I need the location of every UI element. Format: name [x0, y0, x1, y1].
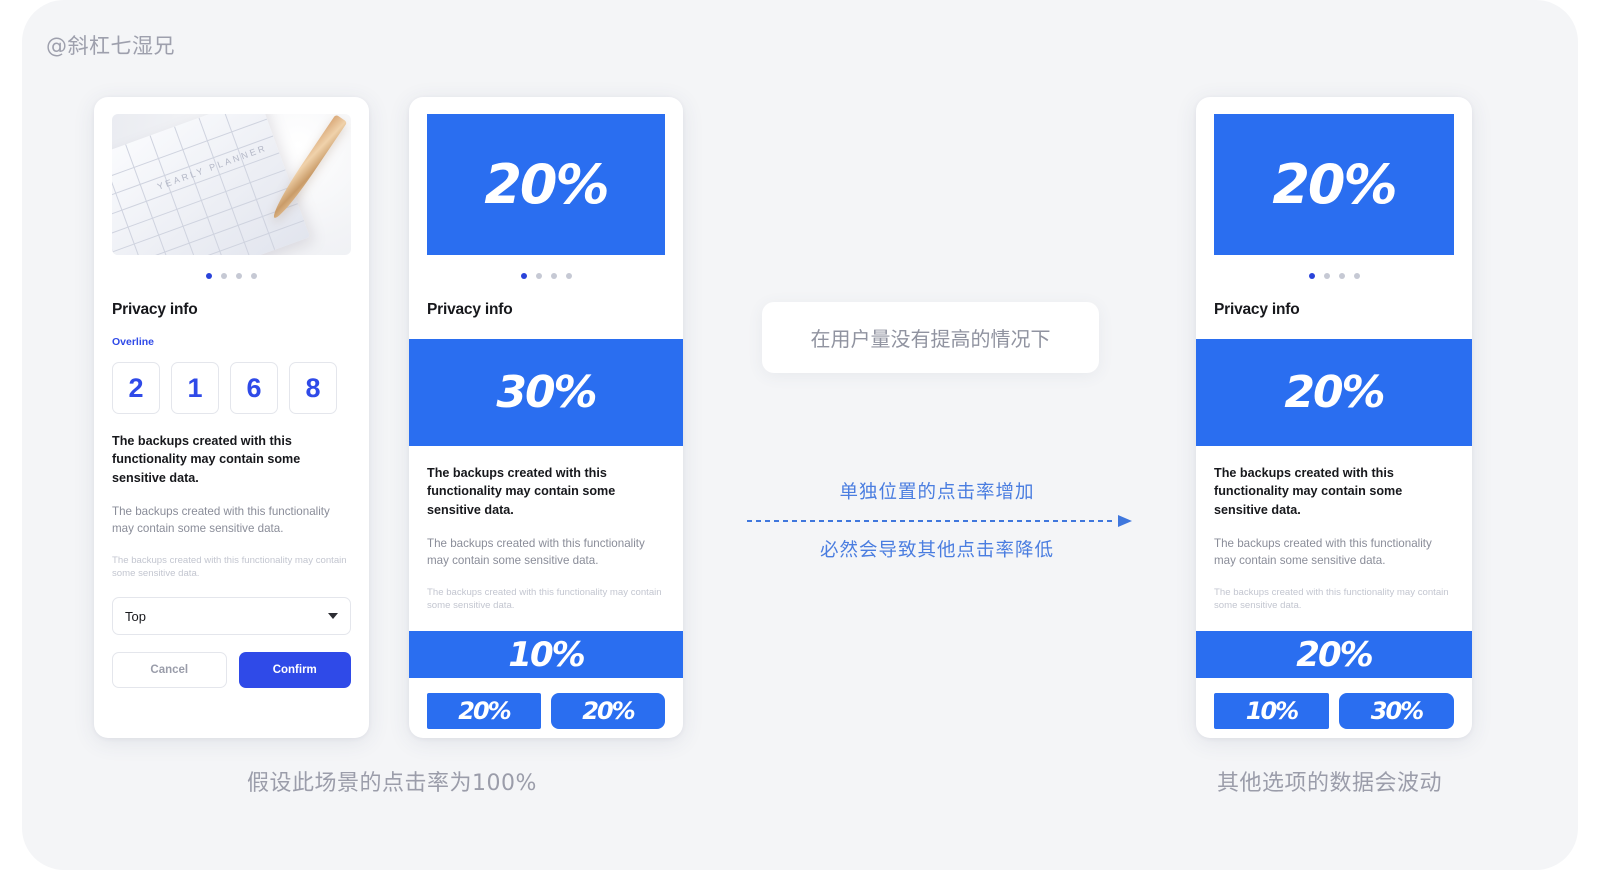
carousel-dot[interactable] — [1353, 273, 1360, 279]
percent-pill-right[interactable]: 30% — [1339, 693, 1454, 730]
watermark: @斜杠七湿兄 — [46, 34, 175, 58]
body-text-primary: The backups created with this functional… — [427, 466, 616, 517]
otp-digit[interactable]: 8 — [289, 362, 337, 414]
body-text-primary: The backups created with this functional… — [1214, 466, 1403, 517]
carousel-dots[interactable] — [94, 273, 369, 279]
carousel-dots[interactable] — [409, 273, 683, 279]
overline-label: Overline — [112, 336, 155, 348]
phone-card-baseline: YEARLY PLANNER Privacy info Overline 2 1… — [94, 97, 369, 738]
low-percent-value: 10% — [508, 634, 585, 675]
carousel-dot[interactable] — [1308, 273, 1315, 279]
body-text-tertiary: The backups created with this functional… — [112, 554, 347, 580]
percent-pill-right-value: 20% — [582, 697, 635, 726]
percent-pill-left-value: 20% — [458, 697, 511, 726]
low-percent-value: 20% — [1296, 634, 1373, 675]
body-text-tertiary: The backups created with this functional… — [1214, 586, 1449, 612]
carousel-dot[interactable] — [565, 273, 572, 279]
page-container: @斜杠七湿兄 YEARLY PLANNER Privacy info Overl… — [22, 0, 1578, 870]
percent-pill-left[interactable]: 20% — [427, 693, 541, 730]
otp-digit[interactable]: 6 — [230, 362, 278, 414]
action-row: Cancel Confirm — [112, 652, 351, 689]
caption-right: 其他选项的数据会波动 — [1217, 771, 1443, 796]
mid-percent-value: 20% — [1284, 367, 1385, 418]
percent-pill-right-value: 30% — [1370, 697, 1424, 726]
phone-card-variant-b: 20% Privacy info 20% The backups created… — [1196, 97, 1472, 738]
body-text-secondary: The backups created with this functional… — [112, 504, 330, 536]
carousel-dot[interactable] — [1323, 273, 1330, 279]
mid-percent-band: 30% — [409, 339, 683, 446]
chevron-down-icon[interactable] — [328, 613, 338, 620]
percent-pill-right[interactable]: 20% — [551, 693, 665, 730]
otp-digit[interactable]: 1 — [171, 362, 219, 414]
select-value: Top — [125, 608, 146, 624]
dashed-arrow-icon — [742, 515, 1132, 527]
carousel-dot[interactable] — [535, 273, 542, 279]
percent-pill-row: 10% 30% — [1214, 693, 1454, 730]
arrow-label-bottom: 必然会导致其他点击率降低 — [819, 540, 1054, 561]
page-title: Privacy info — [112, 301, 198, 318]
hero-percent-value: 20% — [484, 153, 609, 216]
carousel-dot[interactable] — [221, 273, 227, 279]
mid-percent-value: 30% — [496, 367, 597, 418]
planner-notebook: YEARLY PLANNER — [112, 114, 310, 255]
planner-photo: YEARLY PLANNER — [112, 114, 351, 255]
page-title: Privacy info — [1214, 301, 1300, 318]
low-percent-band: 10% — [409, 631, 683, 679]
carousel-dot[interactable] — [251, 273, 257, 279]
percent-pill-left[interactable]: 10% — [1214, 693, 1329, 730]
low-percent-band: 20% — [1196, 631, 1472, 679]
phone-card-variant-a: 20% Privacy info 30% The backups created… — [409, 97, 683, 738]
body-text-secondary: The backups created with this functional… — [1214, 536, 1432, 568]
hero-percent-block: 20% — [427, 114, 665, 255]
hero-percent-block: 20% — [1214, 114, 1454, 255]
carousel-dot[interactable] — [206, 273, 212, 279]
carousel-dots[interactable] — [1196, 273, 1472, 279]
carousel-dot[interactable] — [236, 273, 242, 279]
otp-input-group[interactable]: 2 1 6 8 — [112, 362, 369, 414]
body-text-primary: The backups created with this functional… — [112, 434, 301, 485]
note-callout: 在用户量没有提高的情况下 — [762, 302, 1099, 373]
percent-pill-left-value: 10% — [1245, 697, 1299, 726]
caption-left: 假设此场景的点击率为100% — [247, 771, 537, 796]
cancel-button[interactable]: Cancel — [112, 652, 227, 689]
hero-percent-value: 20% — [1272, 153, 1397, 216]
position-select[interactable]: Top — [112, 597, 351, 636]
otp-digit[interactable]: 2 — [112, 362, 160, 414]
page-title: Privacy info — [427, 301, 513, 318]
body-text-secondary: The backups created with this functional… — [427, 536, 645, 568]
mid-percent-band: 20% — [1196, 339, 1472, 446]
percent-pill-row: 20% 20% — [427, 693, 665, 730]
carousel-dot[interactable] — [550, 273, 557, 279]
hero-image: YEARLY PLANNER — [112, 114, 351, 255]
carousel-dot[interactable] — [1338, 273, 1345, 279]
confirm-button[interactable]: Confirm — [238, 652, 351, 689]
arrow-annotation: 单独位置的点击率增加 必然会导致其他点击率降低 — [742, 478, 1132, 562]
carousel-dot[interactable] — [520, 273, 527, 279]
body-text-tertiary: The backups created with this functional… — [427, 586, 662, 612]
arrow-label-top: 单独位置的点击率增加 — [839, 482, 1035, 503]
